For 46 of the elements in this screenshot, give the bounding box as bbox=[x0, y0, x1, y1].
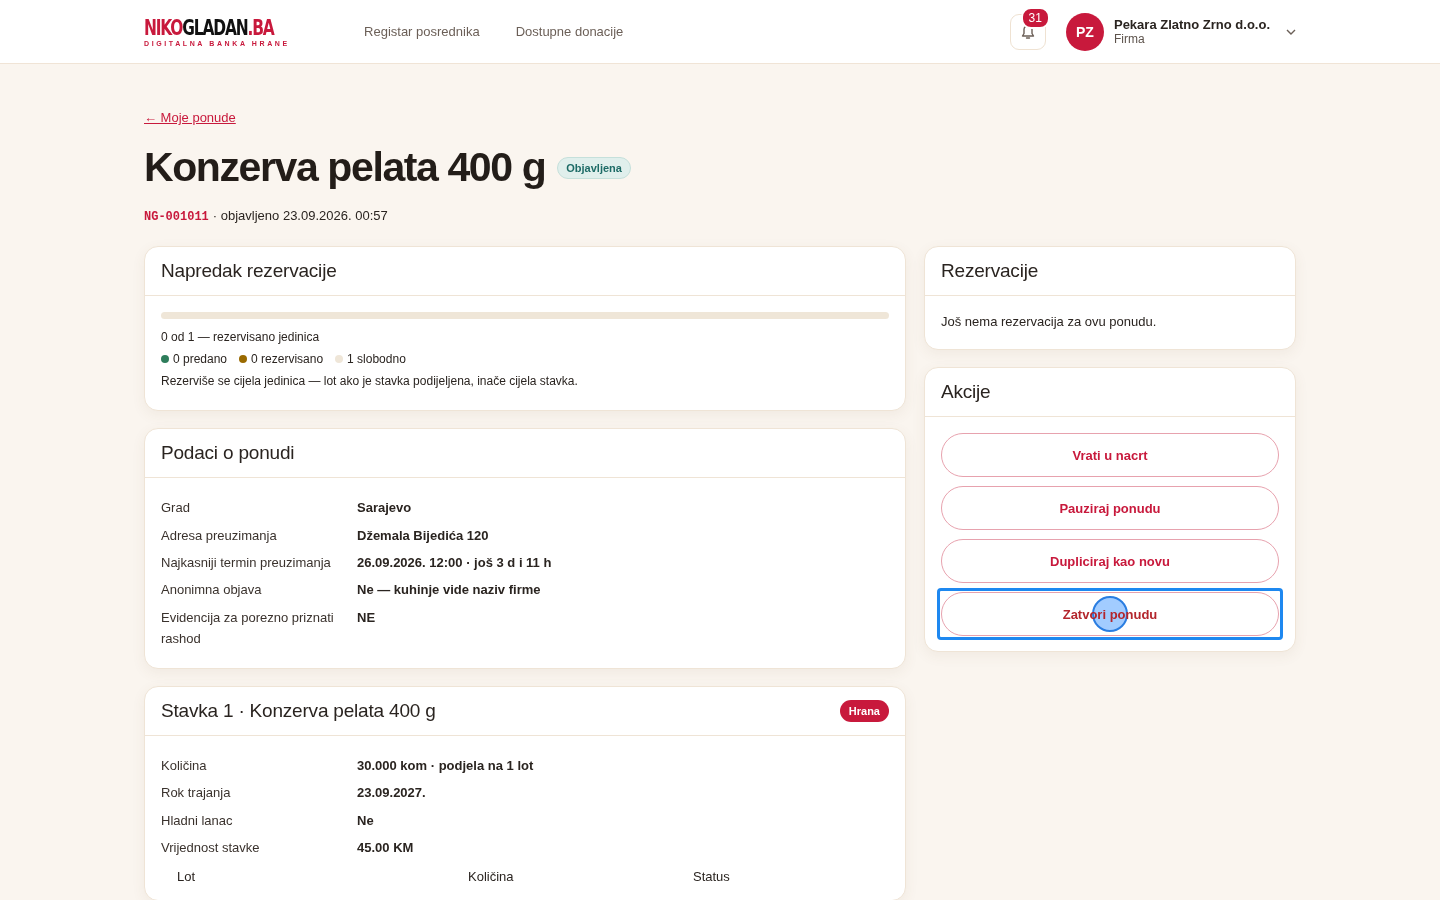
field-value: 30.000 kom · podjela na 1 lot bbox=[357, 757, 535, 776]
published-date: · objavljeno 23.09.2026. 00:57 bbox=[212, 208, 388, 223]
card-title: Stavka 1 · Konzerva pelata 400 g bbox=[161, 699, 436, 722]
legend-label: 0 rezervisano bbox=[251, 351, 324, 368]
card-title: Podaci o ponudi bbox=[161, 442, 295, 464]
nav-link[interactable]: Dostupne donacije bbox=[515, 24, 624, 39]
field-label: Evidencija za porezno priznati rashod bbox=[161, 608, 335, 648]
nav-link[interactable]: Registar posrednika bbox=[364, 24, 480, 39]
field-label: Adresa preuzimanja bbox=[161, 526, 278, 545]
page-title: Konzerva pelata 400 g bbox=[144, 144, 546, 191]
column-header: Količina bbox=[468, 869, 515, 885]
field-label: Grad bbox=[161, 499, 191, 518]
legend-label: 0 predano bbox=[173, 351, 228, 368]
status-badge: Objavljena bbox=[557, 156, 631, 179]
field-value: Ne — kuhinje vide naziv firme bbox=[357, 581, 542, 600]
column-header: Status bbox=[693, 869, 731, 885]
card-title: Rezervacije bbox=[941, 260, 1039, 282]
progress-note: Rezerviše se cijela jedinica — lot ako je stavka podijeljena, inače cijela stavka. bbox=[161, 373, 579, 390]
column-header: Lot bbox=[177, 869, 197, 885]
user-avatar[interactable]: PZ bbox=[1065, 12, 1104, 51]
field-value: 23.09.2027. bbox=[357, 784, 427, 803]
field-label: Vrijednost stavke bbox=[161, 839, 261, 858]
notification-count: 31 bbox=[1020, 6, 1050, 29]
field-value: Džemala Bijedića 120 bbox=[357, 526, 490, 545]
card-title: Napredak rezervacije bbox=[161, 260, 337, 282]
field-label: Količina bbox=[161, 757, 208, 776]
empty-message: Još nema rezervacija za ovu ponudu. bbox=[941, 313, 1158, 331]
field-value: 45.00 KM bbox=[357, 839, 415, 858]
field-label: Najkasniji termin preuzimanja bbox=[161, 553, 332, 572]
offer-code: NG-001011 bbox=[144, 210, 209, 224]
logo-wordmark[interactable]: NIKOGLADAN.BA bbox=[144, 16, 274, 39]
legend-label: 1 slobodno bbox=[347, 351, 406, 368]
field-value: Ne bbox=[357, 811, 375, 830]
progress-summary: 0 od 1 — rezervisano jedinica bbox=[161, 329, 321, 346]
back-link[interactable]: ← Moje ponude bbox=[144, 110, 236, 125]
field-label: Anonimna objava bbox=[161, 581, 263, 600]
chevron-down-icon[interactable] bbox=[1286, 28, 1296, 35]
field-label: Rok trajanja bbox=[161, 784, 232, 803]
card-title: Akcije bbox=[941, 381, 991, 403]
field-value: Sarajevo bbox=[357, 499, 413, 518]
field-value: 26.09.2026. 12:00 · još 3 d i 11 h bbox=[357, 553, 553, 572]
category-tag: Hrana bbox=[839, 699, 889, 722]
user-role: Firma bbox=[1113, 32, 1146, 46]
user-name: Pekara Zlatno Zrno d.o.o. bbox=[1113, 17, 1270, 32]
field-value: NE bbox=[357, 608, 377, 627]
field-label: Hladni lanac bbox=[161, 811, 234, 830]
